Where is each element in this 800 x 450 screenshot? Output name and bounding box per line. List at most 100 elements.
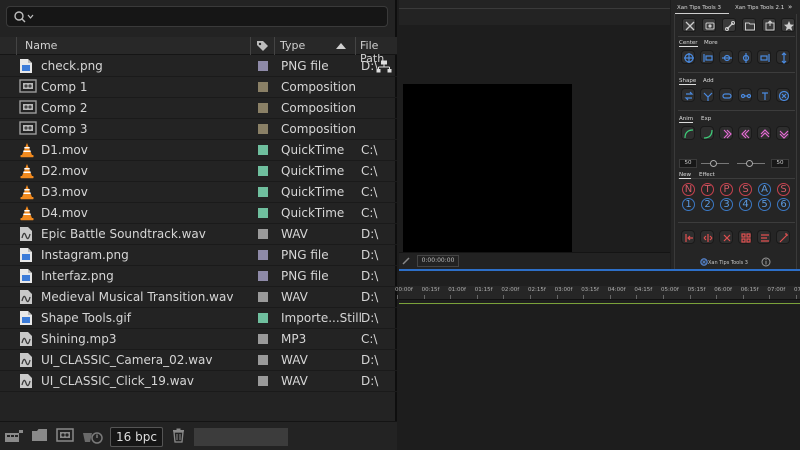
link-icon[interactable] <box>722 18 736 32</box>
new-a-button[interactable]: A <box>758 183 771 196</box>
search-input[interactable] <box>6 6 388 27</box>
new-t-button[interactable]: T <box>701 183 714 196</box>
panel-menu-icon[interactable]: » <box>788 3 792 11</box>
project-item-row[interactable]: D3.mov QuickTime C:\ <box>0 182 397 203</box>
align-left-icon[interactable] <box>700 50 714 64</box>
trim-left-icon[interactable] <box>681 230 695 244</box>
tab-anim[interactable]: Anim <box>679 116 694 123</box>
timeline-track-area[interactable] <box>399 305 800 450</box>
shape-text-icon[interactable] <box>757 88 771 102</box>
project-item-row[interactable]: check.png PNG file D:\ <box>0 56 397 77</box>
project-item-row[interactable]: Medieval Musical Transition.wav WAV D:\ <box>0 287 397 308</box>
keyframe-down-icon[interactable] <box>776 126 790 140</box>
trash-icon[interactable] <box>172 428 185 443</box>
camera-icon[interactable] <box>702 18 716 32</box>
project-item-row[interactable]: Comp 1 Composition <box>0 77 397 98</box>
project-item-row[interactable]: Comp 3 Composition <box>0 119 397 140</box>
tab-xan-tips-tools-2-1[interactable]: Xan Tips Tools 2.1 <box>735 5 784 11</box>
align-lines-icon[interactable] <box>757 230 771 244</box>
center-anchor-icon[interactable] <box>681 50 695 64</box>
snapshot-icon[interactable] <box>401 256 411 266</box>
label-color-swatch[interactable] <box>258 292 268 302</box>
tab-xan-tips-tools-3[interactable]: Xan Tips Tools 3 <box>677 5 721 11</box>
project-item-row[interactable]: Interfaz.png PNG file D:\ <box>0 266 397 287</box>
label-color-swatch[interactable] <box>258 355 268 365</box>
label-color-swatch[interactable] <box>258 250 268 260</box>
label-tag-icon[interactable] <box>256 40 269 52</box>
work-area-bar[interactable] <box>399 301 800 304</box>
effect-1-button[interactable]: 1 <box>682 198 695 211</box>
new-s-button[interactable]: S <box>777 183 790 196</box>
label-color-swatch[interactable] <box>258 229 268 239</box>
anim-value-right[interactable]: 50 <box>771 159 789 168</box>
expand-icon[interactable] <box>682 18 696 32</box>
tab-exp[interactable]: Exp <box>701 116 711 122</box>
label-color-swatch[interactable] <box>258 376 268 386</box>
project-item-row[interactable]: D2.mov QuickTime C:\ <box>0 161 397 182</box>
tab-more[interactable]: More <box>704 40 718 46</box>
tab-add[interactable]: Add <box>703 78 714 84</box>
shape-merge-icon[interactable] <box>700 88 714 102</box>
shape-rounded-rect-icon[interactable] <box>719 88 733 102</box>
column-type-header[interactable]: Type <box>280 39 305 52</box>
project-search-field[interactable] <box>194 428 288 446</box>
effect-2-button[interactable]: 2 <box>701 198 714 211</box>
split-icon[interactable] <box>700 230 714 244</box>
project-item-row[interactable]: Shining.mp3 MP3 C:\ <box>0 329 397 350</box>
distribute-vertical-icon[interactable] <box>776 50 790 64</box>
color-depth-button[interactable]: 16 bpc <box>110 427 163 447</box>
project-item-row[interactable]: UI_CLASSIC_Click_19.wav WAV D:\ <box>0 371 397 392</box>
shape-path-icon[interactable] <box>738 88 752 102</box>
tab-shape[interactable]: Shape <box>679 78 697 85</box>
column-separator[interactable] <box>250 37 251 55</box>
label-color-swatch[interactable] <box>258 271 268 281</box>
keyframe-left-icon[interactable] <box>738 126 752 140</box>
align-center-v-icon[interactable] <box>738 50 752 64</box>
keyframe-right-icon[interactable] <box>719 126 733 140</box>
current-time-display[interactable]: 0:00:00:00 <box>417 255 459 267</box>
label-color-swatch[interactable] <box>258 82 268 92</box>
align-right-icon[interactable] <box>757 50 771 64</box>
effect-6-button[interactable]: 6 <box>777 198 790 211</box>
tab-effect[interactable]: Effect <box>699 172 715 178</box>
label-color-swatch[interactable] <box>258 103 268 113</box>
label-color-swatch[interactable] <box>258 208 268 218</box>
label-color-swatch[interactable] <box>258 145 268 155</box>
effect-4-button[interactable]: 4 <box>739 198 752 211</box>
project-item-row[interactable]: UI_CLASSIC_Camera_02.wav WAV D:\ <box>0 350 397 371</box>
project-item-row[interactable]: Comp 2 Composition <box>0 98 397 119</box>
tab-center[interactable]: Center <box>679 40 698 47</box>
new-s-button[interactable]: S <box>739 183 752 196</box>
project-item-row[interactable]: D4.mov QuickTime C:\ <box>0 203 397 224</box>
project-item-row[interactable]: Epic Battle Soundtrack.wav WAV D:\ <box>0 224 397 245</box>
column-name-header[interactable]: Name <box>25 39 57 52</box>
label-color-swatch[interactable] <box>258 334 268 344</box>
folder-icon[interactable] <box>742 18 756 32</box>
project-item-row[interactable]: Instagram.png PNG file D:\ <box>0 245 397 266</box>
project-settings-icon[interactable] <box>82 428 104 444</box>
keyframe-up-icon[interactable] <box>757 126 771 140</box>
tab-new[interactable]: New <box>679 172 691 179</box>
label-color-swatch[interactable] <box>258 61 268 71</box>
anim-value-left[interactable]: 50 <box>679 159 697 168</box>
anim-slider-left-knob[interactable] <box>710 160 717 167</box>
grid-icon[interactable] <box>738 230 752 244</box>
column-separator[interactable] <box>274 37 275 55</box>
interpret-footage-icon[interactable] <box>4 428 24 444</box>
wand-icon[interactable] <box>776 230 790 244</box>
ease-in-icon[interactable] <box>681 126 695 140</box>
star-icon[interactable] <box>781 18 795 32</box>
info-icon[interactable] <box>761 257 771 267</box>
time-ruler[interactable]: 00:00f 00:15f 01:00f 01:15f 02:00f 02:15f 03:0… <box>395 286 800 300</box>
shape-close-icon[interactable] <box>776 88 790 102</box>
viewer-area[interactable] <box>399 25 670 255</box>
sort-ascending-icon[interactable] <box>336 43 346 49</box>
shape-swap-icon[interactable] <box>681 88 695 102</box>
effect-3-button[interactable]: 3 <box>720 198 733 211</box>
new-composition-icon[interactable] <box>56 428 74 442</box>
align-center-h-icon[interactable] <box>719 50 733 64</box>
new-n-button[interactable]: N <box>682 183 695 196</box>
label-color-swatch[interactable] <box>258 124 268 134</box>
project-item-row[interactable]: Shape Tools.gif Importe...Still D:\ <box>0 308 397 329</box>
new-p-button[interactable]: P <box>720 183 733 196</box>
